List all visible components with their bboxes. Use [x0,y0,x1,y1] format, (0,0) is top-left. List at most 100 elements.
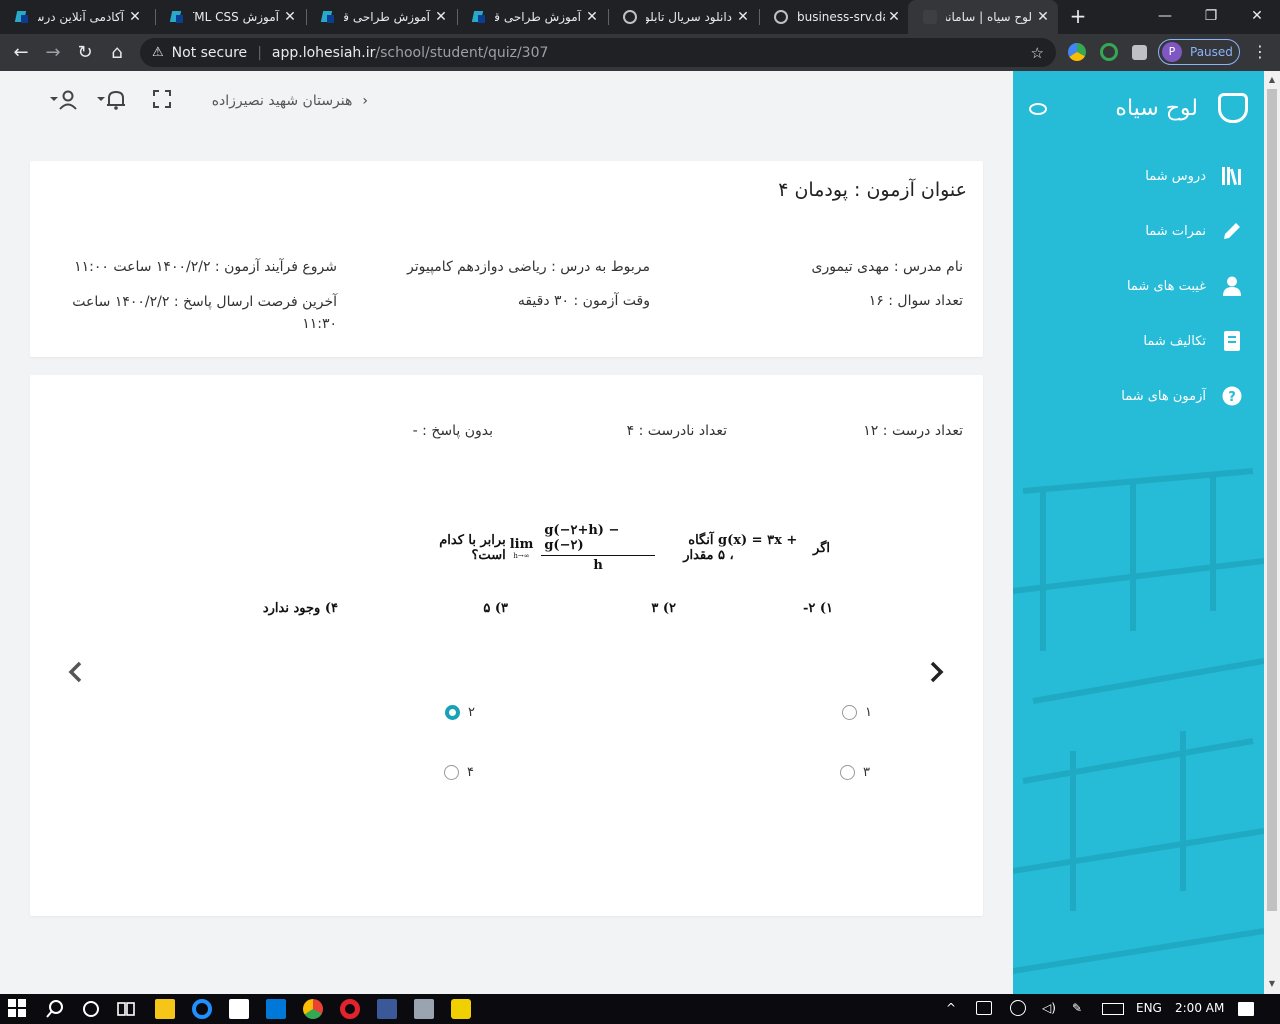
edge-browser-icon[interactable] [192,999,212,1019]
close-tab-icon[interactable]: ✕ [885,9,903,25]
browser-tab[interactable]: دانلود سریال تابلو ✕ [608,0,758,34]
search-icon[interactable] [45,999,65,1019]
extensions-puzzle-icon[interactable] [1132,45,1147,60]
home-button[interactable]: ⌂ [104,40,130,66]
opera-icon[interactable] [340,999,360,1019]
quiz-start-time: شروع فرآیند آزمون : ۱۴۰۰/۲/۲ ساعت ۱۱:۰۰ [74,259,337,275]
radio-button[interactable] [444,765,459,780]
site-logo-icon [169,9,185,25]
forward-button[interactable]: → [40,40,66,66]
tab-title: آموزش طراحی قالب [495,10,581,24]
limit-label: lim [509,536,534,552]
browser-tab[interactable]: آموزش طراحی قالب ✕ [457,0,607,34]
url-host: app.lohesiah.ir [271,44,376,61]
not-secure-label[interactable]: Not secure [172,45,248,61]
facebook-icon[interactable] [377,999,397,1019]
breadcrumb: ‹ هنرستان شهید نصیرزاده [198,93,368,109]
task-view-icon[interactable] [116,999,136,1019]
browser-tab-active[interactable]: لوح سیاه | سامانه ✕ [908,0,1058,34]
tab-title: دانلود سریال تابلو [646,10,732,24]
next-arrow-icon[interactable] [930,657,944,690]
sidebar-item-grades[interactable]: نمرات شما [1145,220,1244,242]
wrong-count: تعداد نادرست : ۴ [626,423,727,439]
profile-button[interactable]: P Paused [1158,39,1240,65]
windows-taskbar: ^ ◁) ✎ ENG 2:00 AM [0,994,1280,1024]
network-icon[interactable] [976,1001,992,1015]
site-logo-icon [14,9,30,25]
classroom-background-image [1013,468,1264,974]
pen-icon[interactable]: ✎ [1072,1001,1082,1015]
back-button[interactable]: ← [8,40,34,66]
pencil-icon [1220,220,1244,242]
mail-icon[interactable] [266,999,286,1019]
keyboard-icon[interactable] [1102,1003,1124,1015]
site-logo-icon [471,9,487,25]
close-tab-icon[interactable]: ✕ [734,9,752,25]
browser-tab[interactable]: آموزش HTML CSS ✕ [155,0,305,34]
radio-button[interactable] [840,765,855,780]
scrollbar[interactable]: ▲ ▼ [1264,71,1280,994]
sidebar-item-absences[interactable]: غیبت های شما [1127,275,1244,297]
bookmark-star-icon[interactable]: ☆ [1031,44,1044,62]
close-window-button[interactable]: ✕ [1234,4,1280,28]
question-prefix: اگر [813,540,830,556]
answer-choice-4[interactable]: ۴ [444,765,474,780]
quiz-result-card: تعداد درست : ۱۲ تعداد نادرست : ۴ بدون پا… [30,375,983,916]
fullscreen-icon[interactable] [152,89,172,114]
close-tab-icon[interactable]: ✕ [583,9,601,25]
previous-arrow-icon[interactable] [68,657,82,690]
minimize-button[interactable]: — [1142,4,1188,28]
extension-sync-icon[interactable] [1100,43,1118,61]
globe-icon [622,9,638,25]
windows-start-icon[interactable] [8,999,28,1019]
media-app-icon[interactable] [451,999,471,1019]
answer-choice-2[interactable]: ۲ [445,705,475,720]
cortana-icon[interactable] [81,999,101,1019]
sidebar-toggle-icon[interactable] [1029,103,1047,115]
browser-tab[interactable]: آموزش طراحی قالب ✕ [306,0,456,34]
language-indicator[interactable]: ENG [1136,1001,1162,1015]
brand[interactable]: لوح سیاه [1115,93,1248,123]
clock[interactable]: 2:00 AM [1175,1001,1224,1015]
close-tab-icon[interactable]: ✕ [281,9,299,25]
volume-icon[interactable]: ◁) [1042,1001,1056,1015]
option-4: ۴) وجود ندارد [262,601,338,616]
sidebar-item-courses[interactable]: دروس شما [1145,165,1244,187]
school-name[interactable]: هنرستان شهید نصیرزاده [212,93,353,109]
page-title: عنوان آزمون : پودمان ۴ [778,179,967,201]
close-tab-icon[interactable]: ✕ [1034,9,1052,25]
answer-choice-1[interactable]: ۱ [842,705,872,720]
quiz-duration: وقت آزمون : ۳۰ دقیقه [517,293,650,309]
question-text: اگر g(x) = ۳x + ۵ ، آنگاه مقدار g(−۲+h) … [410,523,830,573]
reload-button[interactable]: ↻ [72,40,98,66]
file-explorer-icon[interactable] [155,999,175,1019]
scrollbar-thumb[interactable] [1267,89,1277,911]
address-bar[interactable]: ⚠ Not secure | app.lohesiah.ir/school/st… [140,38,1056,67]
answer-label: ۳ [863,765,870,780]
close-tab-icon[interactable]: ✕ [126,9,144,25]
user-menu-icon[interactable] [50,89,78,116]
answer-choice-3[interactable]: ۳ [840,765,870,780]
browser-tab[interactable]: business-srv.dar ✕ [759,0,909,34]
chrome-icon[interactable] [303,999,323,1019]
globe-language-icon[interactable] [1010,1000,1026,1016]
store-icon[interactable] [229,999,249,1019]
show-hidden-icons-icon[interactable]: ^ [946,1001,956,1015]
extension-icon[interactable] [1068,43,1086,61]
notifications-icon[interactable] [1238,1002,1254,1016]
sidebar-item-quizzes[interactable]: ? آزمون های شما [1121,385,1244,407]
user-icon [1220,275,1244,297]
chevron-right-icon[interactable]: ‹ [362,93,368,109]
new-tab-button[interactable]: + [1066,6,1090,28]
maximize-button[interactable]: ❐ [1188,4,1234,28]
radio-button[interactable] [842,705,857,720]
close-tab-icon[interactable]: ✕ [432,9,450,25]
browser-tab[interactable]: آکادمی آنلاین درس ✕ [0,0,150,34]
photos-icon[interactable] [414,999,434,1019]
sidebar-item-assignments[interactable]: تکالیف شما [1143,330,1244,352]
radio-button-checked[interactable] [445,705,460,720]
browser-menu-icon[interactable]: ⋮ [1252,42,1268,61]
bell-icon[interactable] [97,89,127,116]
sidebar-item-label: دروس شما [1145,168,1206,184]
sidebar: لوح سیاه دروس شما نمرات شما غیبت های شما [1013,71,1264,994]
